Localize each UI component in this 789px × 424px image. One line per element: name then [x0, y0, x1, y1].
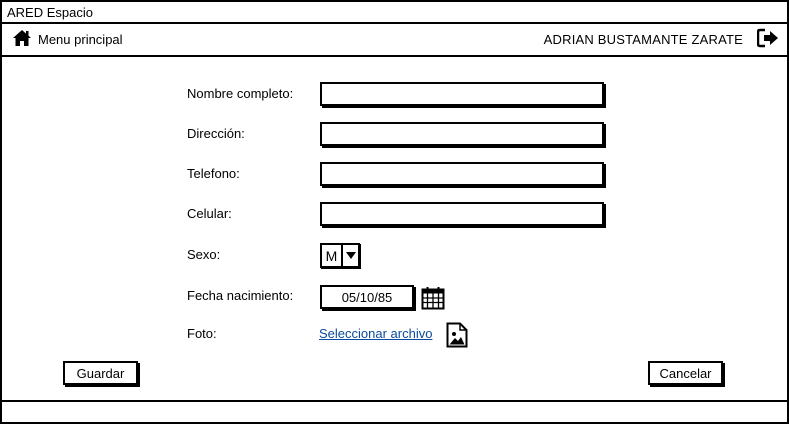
home-nav-link[interactable]: Menu principal [12, 29, 123, 50]
celular-input[interactable] [320, 202, 604, 226]
home-label[interactable]: Menu principal [38, 32, 123, 47]
logout-icon[interactable] [756, 28, 779, 51]
foto-label: Foto: [187, 326, 217, 341]
sexo-label: Sexo: [187, 247, 221, 262]
home-icon[interactable] [12, 29, 32, 50]
window-title: ARED Espacio [7, 5, 93, 20]
image-file-icon [446, 322, 468, 351]
user-name: ADRIAN BUSTAMANTE ZARATE [543, 32, 743, 47]
chevron-down-icon[interactable] [343, 245, 358, 266]
footer-divider [2, 400, 787, 402]
fecha-nacimiento-label: Fecha nacimiento: [187, 288, 294, 303]
app-window: ARED Espacio Menu principal ADRIAN BUSTA… [0, 0, 789, 424]
save-button[interactable]: Guardar [63, 361, 138, 385]
fecha-nacimiento-input[interactable]: 05/10/85 [320, 285, 414, 309]
nav-bar: Menu principal ADRIAN BUSTAMANTE ZARATE [2, 24, 787, 57]
telefono-label: Telefono: [187, 166, 240, 181]
sexo-selected-value: M [322, 245, 343, 266]
celular-label: Celular: [187, 206, 232, 221]
nombre-input[interactable] [320, 82, 604, 106]
calendar-icon[interactable] [421, 286, 445, 313]
cancel-button[interactable]: Cancelar [648, 361, 723, 385]
nombre-label: Nombre completo: [187, 86, 294, 101]
title-bar: ARED Espacio [2, 2, 787, 24]
seleccionar-archivo-link[interactable]: Seleccionar archivo [319, 326, 432, 341]
direccion-label: Dirección: [187, 126, 245, 141]
telefono-input[interactable] [320, 162, 604, 186]
direccion-input[interactable] [320, 122, 604, 146]
sexo-select[interactable]: M [320, 243, 360, 268]
